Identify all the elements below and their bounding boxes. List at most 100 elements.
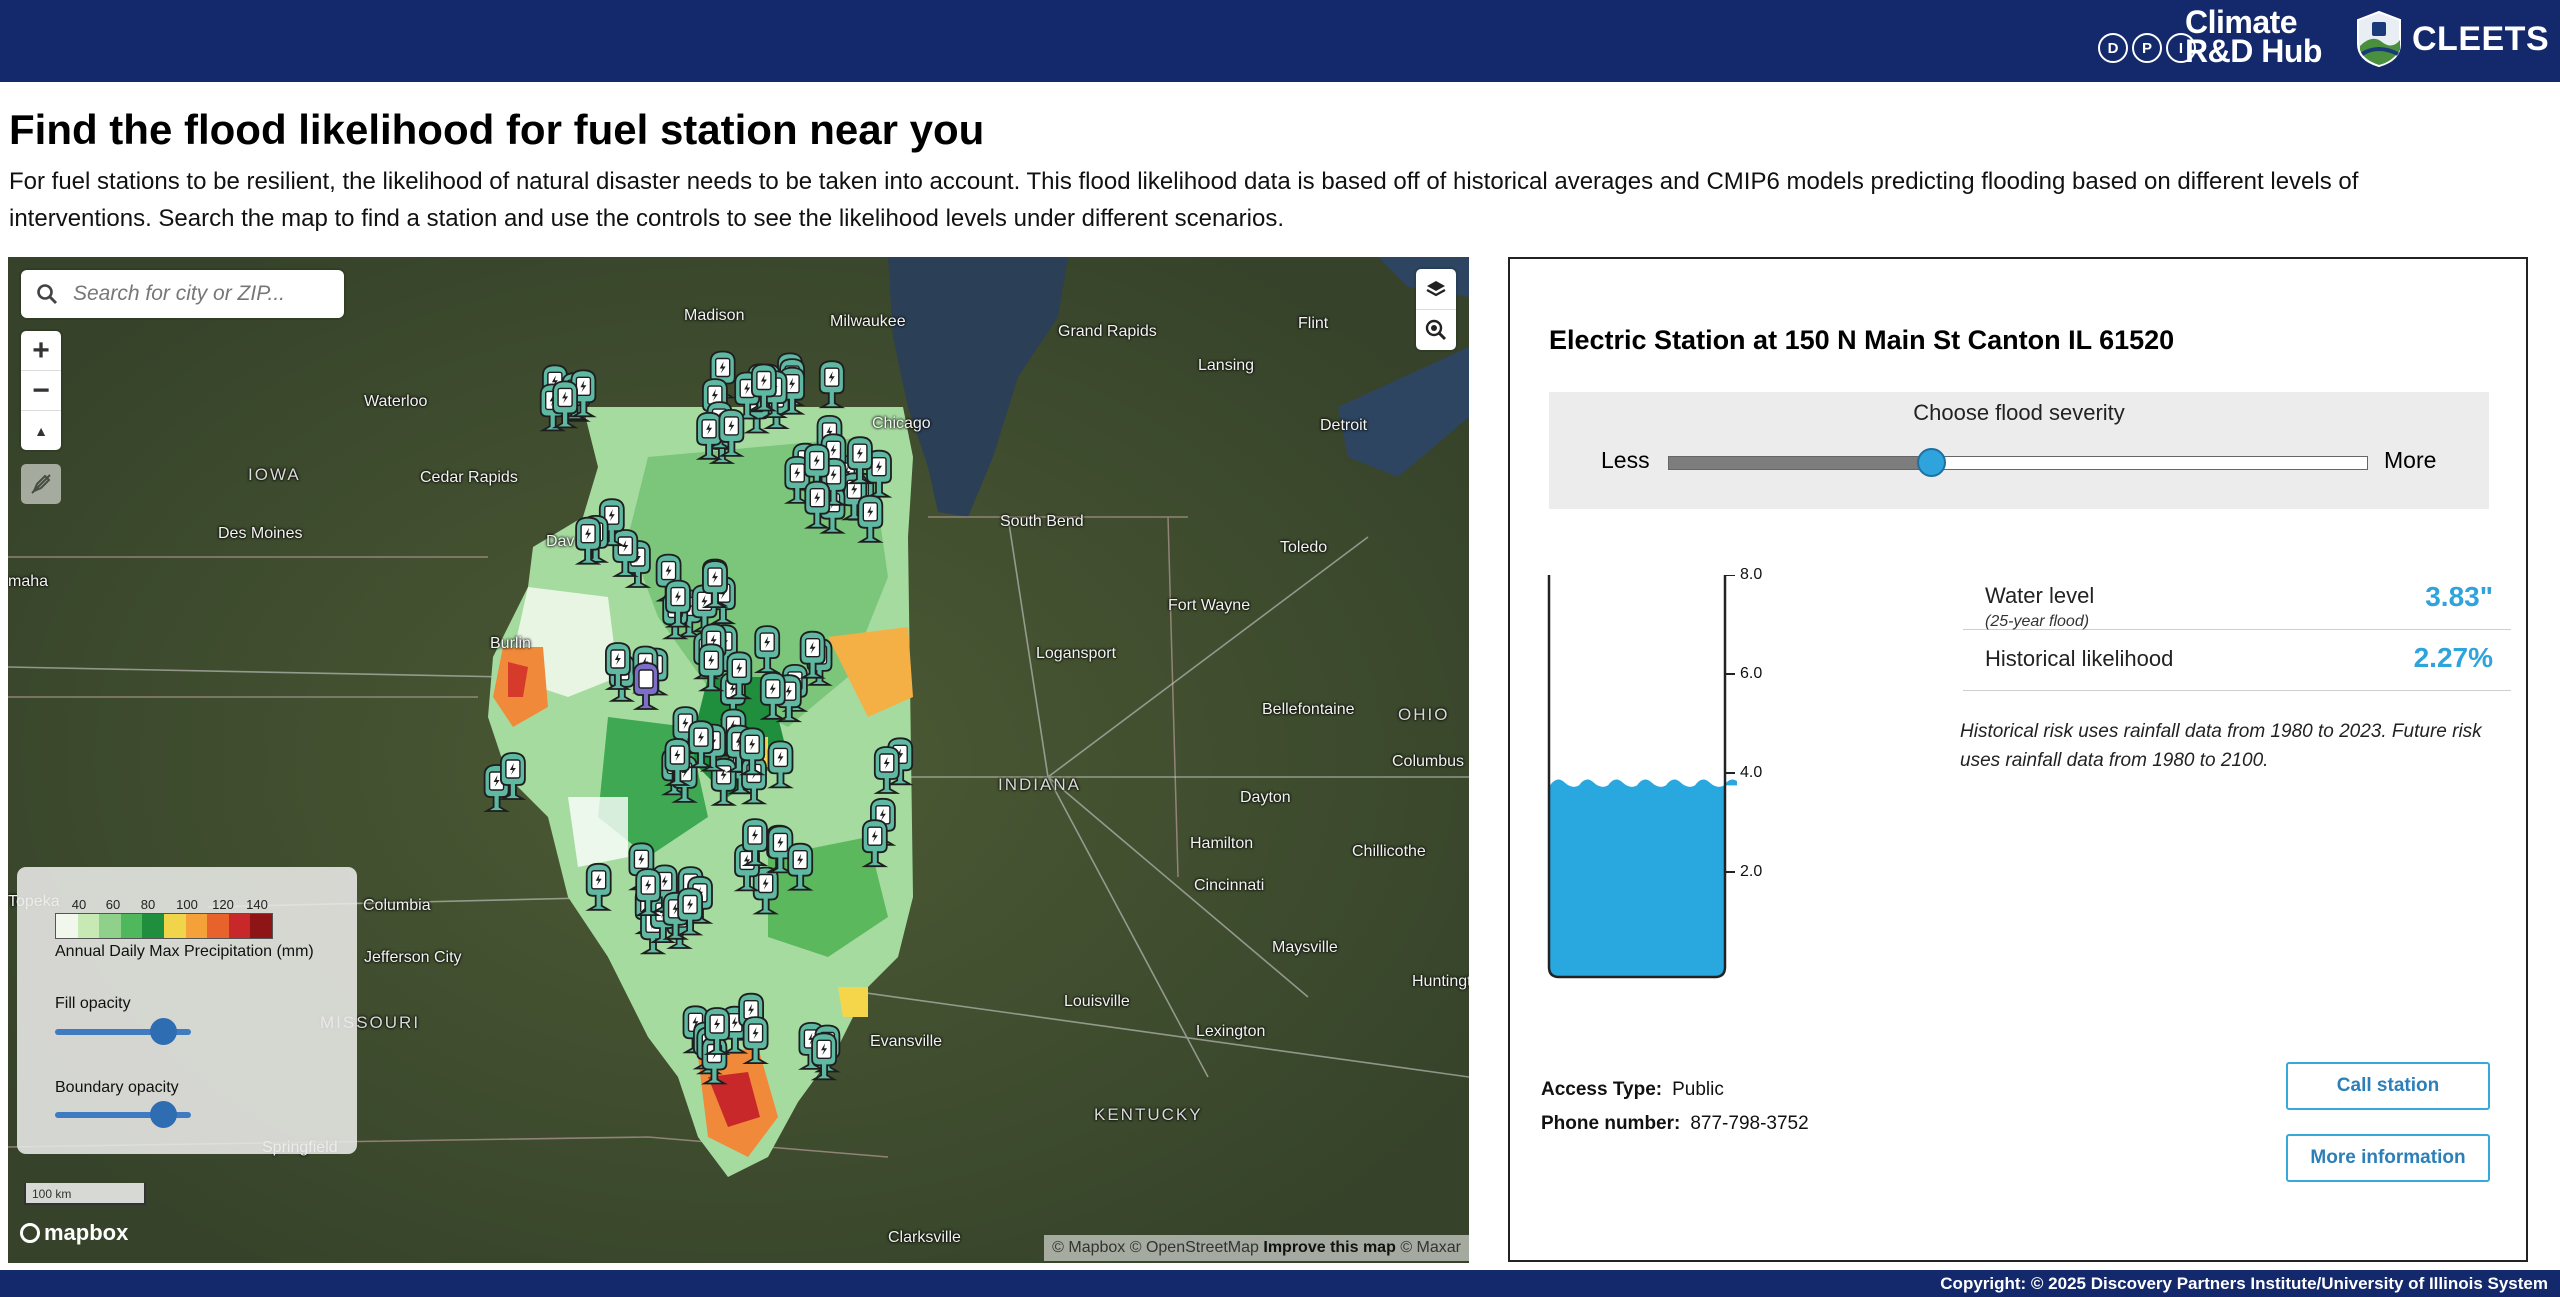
legend-tick: 140 — [246, 897, 268, 912]
boundary-opacity-slider[interactable] — [55, 1101, 191, 1128]
ev-station-marker[interactable] — [861, 819, 889, 868]
legend-title: Annual Daily Max Precipitation (mm) — [55, 943, 314, 960]
attribution-text[interactable]: © Mapbox © OpenStreetMap — [1052, 1239, 1259, 1256]
draw-tool-button[interactable] — [21, 464, 61, 504]
compass-icon: ▲ — [34, 422, 48, 439]
map-legend: 40 60 80 100 120 140 Annual Daily Max Pr… — [17, 867, 357, 1154]
risk-data-note: Historical risk uses rainfall data from … — [1960, 721, 2482, 771]
dpi-letter-d: D — [2098, 33, 2128, 63]
pencil-off-icon — [31, 474, 51, 494]
map-navigation-control: + − ▲ — [21, 331, 61, 450]
legend-color-step — [99, 914, 121, 938]
water-level-sublabel: (25-year flood) — [1985, 613, 2090, 630]
climate-hub-line2: R&D Hub — [2185, 33, 2322, 69]
map-search-box[interactable] — [21, 270, 344, 318]
phone-row: Phone number: 877-798-3752 — [1541, 1107, 1809, 1141]
legend-tick: 120 — [212, 897, 234, 912]
zoom-search-button[interactable] — [1416, 310, 1456, 350]
severity-slider-fill — [1669, 457, 1931, 469]
station-title: Electric Station at 150 N Main St Canton… — [1549, 325, 2175, 355]
ev-station-marker[interactable] — [585, 862, 613, 911]
historical-likelihood-label: Historical likelihood — [1985, 646, 2174, 671]
historical-likelihood-row: Historical likelihood 2.27% — [1963, 630, 2511, 691]
ev-station-marker[interactable] — [873, 746, 901, 794]
ev-station-marker[interactable] — [742, 1016, 769, 1064]
ev-station-marker[interactable] — [695, 411, 723, 460]
legend-color-step — [77, 914, 100, 938]
gauge-tick-label: 6.0 — [1740, 665, 1763, 682]
page-title: Find the flood likelihood for fuel stati… — [9, 106, 985, 153]
access-type-value: Public — [1672, 1079, 1724, 1100]
ev-station-marker[interactable] — [818, 360, 846, 409]
ev-station-marker[interactable] — [856, 494, 884, 543]
top-header: D P I Climate R&D Hub CLEETS — [0, 0, 2560, 82]
ev-station-marker[interactable] — [786, 842, 814, 891]
more-information-button[interactable]: More information — [2286, 1134, 2490, 1182]
copyright-text: Copyright: © 2025 Discovery Partners Ins… — [1940, 1274, 2548, 1293]
cleets-logo-text[interactable]: CLEETS — [2412, 20, 2549, 59]
ev-station-marker[interactable] — [697, 643, 725, 692]
phone-value: 877-798-3752 — [1690, 1113, 1809, 1134]
legend-tick: 40 — [71, 897, 87, 912]
severity-slider[interactable] — [1668, 448, 2368, 477]
mapbox-logo-icon — [20, 1223, 40, 1243]
ev-station-marker[interactable] — [767, 740, 794, 789]
search-icon — [37, 284, 57, 304]
selected-station-marker[interactable] — [632, 662, 660, 710]
water-gauge-graphic — [1547, 575, 1737, 979]
ev-station-marker[interactable] — [753, 625, 781, 674]
gauge-tick-label: 4.0 — [1740, 764, 1763, 781]
map-search-input[interactable] — [71, 281, 325, 307]
dpi-logo[interactable]: D P I — [2098, 33, 2196, 63]
historical-likelihood-value: 2.27% — [2413, 642, 2493, 673]
page-intro: For fuel stations to be resilient, the l… — [9, 168, 2359, 232]
access-type-label: Access Type: — [1541, 1079, 1663, 1100]
call-station-button[interactable]: Call station — [2286, 1062, 2490, 1110]
severity-slider-knob[interactable] — [1916, 448, 1946, 477]
legend-color-step — [228, 914, 251, 938]
severity-less-label: Less — [1601, 447, 1650, 473]
legend-tick: 60 — [105, 897, 121, 912]
severity-label: Choose flood severity — [1913, 400, 2125, 425]
zoom-in-button[interactable]: + — [21, 331, 61, 371]
water-level-label: Water level — [1985, 583, 2095, 608]
fill-opacity-label: Fill opacity — [55, 995, 131, 1012]
fill-opacity-slider-knob[interactable] — [150, 1018, 178, 1045]
map-attribution: © Mapbox © OpenStreetMap Improve this ma… — [1044, 1235, 1469, 1261]
station-contact-info: Access Type: Public Phone number: 877-798-… — [1541, 1073, 1809, 1141]
legend-tick: 80 — [140, 897, 156, 912]
ev-station-marker[interactable] — [810, 1032, 838, 1081]
fill-opacity-slider[interactable] — [55, 1018, 191, 1045]
ev-station-marker[interactable] — [759, 671, 787, 720]
gauge-tick-label: 2.0 — [1740, 863, 1763, 880]
improve-map-link[interactable]: Improve this map — [1263, 1239, 1395, 1256]
phone-label: Phone number: — [1541, 1113, 1681, 1134]
map-right-controls — [1416, 269, 1456, 350]
ev-station-marker[interactable] — [803, 480, 831, 529]
water-level-value: 3.83" — [2425, 581, 2493, 612]
access-type-row: Access Type: Public — [1541, 1073, 1809, 1107]
mapbox-logo-text: mapbox — [44, 1220, 129, 1245]
map-scale-bar: 100 km — [24, 1183, 146, 1205]
legend-color-step — [142, 914, 164, 938]
zoom-out-button[interactable]: − — [21, 371, 61, 411]
flood-map[interactable]: IOWA INDIANA OHIO MISSOURI KENTUCKY Madi… — [8, 257, 1469, 1263]
mapbox-logo[interactable]: mapbox — [20, 1220, 128, 1246]
flood-severity-control: Choose flood severity Less More — [1549, 392, 2489, 509]
boundary-opacity-label: Boundary opacity — [55, 1079, 179, 1096]
page-footer: Copyright: © 2025 Discovery Partners Ins… — [0, 1270, 2560, 1297]
legend-color-step — [163, 914, 186, 938]
legend-color-step — [120, 914, 143, 938]
compass-button[interactable]: ▲ — [21, 411, 61, 450]
climate-hub-logo[interactable]: Climate R&D Hub — [2185, 6, 2322, 69]
station-detail-panel: Electric Station at 150 N Main St Canton… — [1508, 257, 2528, 1262]
legend-tick: 100 — [176, 897, 198, 912]
water-level-row: Water level (25-year flood) 3.83" — [1963, 569, 2511, 630]
boundary-opacity-slider-knob[interactable] — [150, 1101, 178, 1128]
severity-more-label: More — [2384, 447, 2437, 473]
layers-button[interactable] — [1416, 269, 1456, 310]
maxar-attribution[interactable]: © Maxar — [1400, 1239, 1461, 1256]
legend-color-step — [250, 914, 272, 938]
layers-icon — [1426, 281, 1446, 297]
gauge-tick-label: 8.0 — [1740, 566, 1763, 583]
